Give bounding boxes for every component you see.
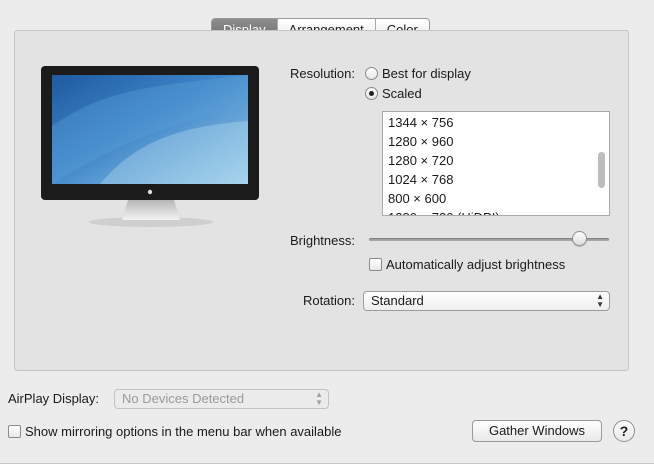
rotation-select[interactable]: Standard ▲ ▼: [363, 291, 610, 311]
list-item[interactable]: 1344 × 756: [388, 113, 453, 132]
apple-logo-icon: [147, 189, 153, 195]
brightness-label: Brightness:: [289, 233, 355, 248]
list-item[interactable]: 800 × 600: [388, 189, 446, 208]
auto-brightness-checkbox[interactable]: [369, 258, 382, 271]
brightness-slider-knob[interactable]: [571, 231, 587, 246]
gather-windows-button[interactable]: Gather Windows: [472, 420, 602, 442]
best-for-display-label: Best for display: [382, 66, 471, 81]
updown-arrows-icon: ▲ ▼: [596, 292, 604, 309]
list-item[interactable]: 1024 × 768: [388, 170, 453, 189]
mirroring-options-checkbox[interactable]: [8, 425, 21, 438]
airplay-display-select[interactable]: No Devices Detected ▲ ▼: [114, 389, 329, 409]
scaled-label: Scaled: [382, 86, 422, 101]
resolution-label: Resolution:: [289, 66, 355, 81]
mirroring-options-label: Show mirroring options in the menu bar w…: [25, 424, 342, 439]
list-item[interactable]: 1280 × 960: [388, 132, 453, 151]
airplay-display-label: AirPlay Display:: [8, 391, 100, 406]
updown-arrows-icon: ▲ ▼: [315, 390, 323, 407]
radio-best-for-display[interactable]: [365, 67, 378, 80]
airplay-display-value: No Devices Detected: [122, 391, 245, 406]
rotation-value: Standard: [371, 293, 424, 308]
list-item[interactable]: 1280 × 720: [388, 151, 453, 170]
list-scrollbar[interactable]: [598, 152, 605, 188]
apple-display-icon: [41, 66, 259, 227]
radio-scaled[interactable]: [365, 87, 378, 100]
resolution-list[interactable]: 1344 × 756 1280 × 960 1280 × 720 1024 × …: [382, 111, 610, 216]
rotation-label: Rotation:: [302, 293, 355, 308]
question-mark-icon[interactable]: ?: [613, 420, 635, 442]
auto-brightness-label: Automatically adjust brightness: [386, 257, 566, 272]
list-item[interactable]: 1280 × 720 (HiDPI): [388, 208, 500, 215]
